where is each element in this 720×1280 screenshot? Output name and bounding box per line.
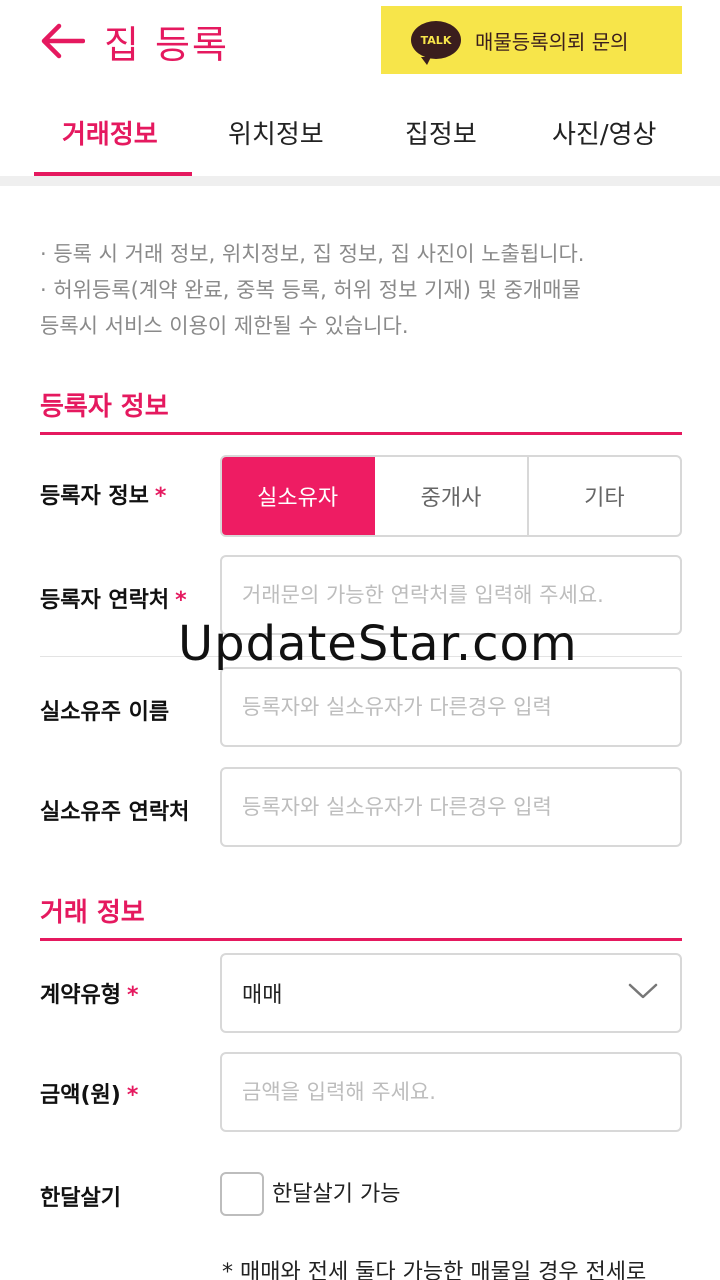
section-rule	[40, 432, 682, 435]
tab-photo-video[interactable]: 사진/영상	[552, 114, 656, 151]
contract-type-label-text: 계약유형	[40, 983, 121, 1008]
back-arrow-icon	[41, 23, 85, 59]
registrant-type-selector: 실소유자 중개사 기타	[220, 455, 682, 537]
price-label: 금액(원) *	[40, 1077, 138, 1109]
deal-section-title: 거래 정보	[40, 898, 145, 928]
contract-type-label: 계약유형 *	[40, 977, 138, 1009]
registrant-contact-label: 등록자 연락처 *	[40, 582, 187, 614]
notice-line: 등록시 서비스 이용이 제한될 수 있습니다.	[40, 314, 409, 338]
monthly-stay-checkbox-label[interactable]: 한달살기 가능	[272, 1176, 400, 1208]
notice-line: · 허위등록(계약 완료, 중복 등록, 허위 정보 기재) 및 중개매물	[40, 278, 581, 302]
page-title: 집 등록	[104, 23, 229, 67]
watermark-text: UpdateStar.com	[178, 616, 578, 672]
registrant-type-label: 등록자 정보 *	[40, 478, 166, 510]
contract-footnote: * 매매와 전세 둘다 가능한 매물일 경우 전세로	[222, 1260, 647, 1280]
tab-house-info[interactable]: 집정보	[405, 114, 477, 151]
monthly-stay-label: 한달살기	[40, 1186, 121, 1211]
kakao-talk-icon: TALK	[411, 21, 461, 65]
required-mark: *	[154, 484, 167, 509]
back-button[interactable]	[34, 16, 90, 66]
section-rule	[40, 938, 682, 941]
kakao-inquiry-button[interactable]: TALK 매물등록의뢰 문의	[381, 6, 682, 74]
registrant-contact-label-text: 등록자 연락처	[40, 588, 170, 613]
tab-bar: 거래정보 위치정보 집정보 사진/영상	[0, 90, 720, 178]
option-other[interactable]: 기타	[529, 457, 680, 535]
chevron-down-icon	[628, 983, 658, 999]
contract-type-select[interactable]: 매매	[220, 953, 682, 1033]
tabs-divider	[0, 176, 720, 186]
owner-name-input[interactable]	[220, 667, 682, 747]
notice-line: · 등록 시 거래 정보, 위치정보, 집 정보, 집 사진이 노출됩니다.	[40, 242, 585, 266]
tab-deal-info[interactable]: 거래정보	[62, 114, 158, 151]
required-mark: *	[175, 588, 187, 613]
price-label-text: 금액(원)	[40, 1083, 121, 1108]
tab-location-info[interactable]: 위치정보	[228, 114, 324, 151]
required-mark: *	[126, 983, 139, 1008]
registrant-type-label-text: 등록자 정보	[40, 484, 149, 509]
notice-text: · 등록 시 거래 정보, 위치정보, 집 정보, 집 사진이 노출됩니다. ·…	[40, 236, 700, 344]
owner-name-label: 실소유주 이름	[40, 700, 170, 725]
owner-contact-input[interactable]	[220, 767, 682, 847]
required-mark: *	[126, 1083, 139, 1108]
header: 집 등록 TALK 매물등록의뢰 문의	[0, 0, 720, 84]
kakao-inquiry-label: 매물등록의뢰 문의	[475, 29, 629, 54]
contract-type-value: 매매	[242, 983, 283, 1008]
owner-contact-label: 실소유주 연락처	[40, 800, 190, 825]
option-agent[interactable]: 중개사	[375, 457, 529, 535]
price-input[interactable]	[220, 1052, 682, 1132]
monthly-stay-checkbox[interactable]	[220, 1172, 264, 1216]
registrant-section-title: 등록자 정보	[40, 392, 169, 422]
option-owner[interactable]: 실소유자	[222, 457, 376, 535]
